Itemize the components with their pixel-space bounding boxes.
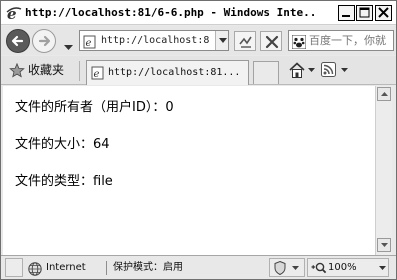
forward-button[interactable] [32,29,56,53]
status-bar: Internet 保护模式：启用 100% [1,255,396,279]
browser-window: e http://localhost:81/6-6.php - Windows … [0,0,397,280]
back-arrow-icon [11,35,24,47]
page-icon: e [91,65,105,84]
baidu-paw-icon [291,34,307,53]
security-shield-icon [274,260,299,276]
window-title: http://localhost:81/6-6.php - Windows In… [25,6,315,19]
divider [106,261,107,275]
chevron-down-icon [381,243,388,247]
navigation-bar: e http://localhost:8 [1,26,396,55]
security-status-button[interactable] [269,258,305,277]
address-bar[interactable]: e http://localhost:8 [79,30,229,51]
scroll-down-button[interactable] [377,238,391,252]
scroll-up-button[interactable] [377,87,391,101]
divider [79,61,80,81]
tab-current-page[interactable]: e http://localhost:81... [86,60,249,85]
stop-button[interactable] [260,31,282,51]
recent-pages-dropdown-icon[interactable] [64,36,73,55]
new-tab-button[interactable] [253,61,279,84]
back-button[interactable] [6,29,30,53]
vertical-scrollbar[interactable] [375,86,392,255]
globe-icon [28,261,42,280]
compatibility-view-icon [239,36,252,48]
address-dropdown-button[interactable] [215,31,228,50]
rss-feed-icon [321,62,336,77]
maximize-button[interactable] [356,5,373,21]
protected-mode-status[interactable]: 保护模式：启用 [113,262,183,274]
file-owner-line: 文件的所有者（用户ID）：0 [15,100,174,115]
favorites-tab-bar: 收藏夹 e http://localhost:81... [1,56,396,85]
file-size-line: 文件的大小：64 [15,137,110,152]
svg-text:e: e [86,38,92,49]
page-icon: e [83,34,97,53]
file-type-line: 文件的类型：file [15,174,113,189]
svg-text:e: e [94,69,100,80]
chevron-up-icon [381,92,388,96]
favorites-star-icon[interactable] [9,62,25,82]
favorites-label[interactable]: 收藏夹 [28,63,64,78]
security-zone-label[interactable]: Internet [46,262,86,274]
chevron-down-icon [219,38,227,43]
stop-icon [265,35,279,49]
zoom-level[interactable]: 100% [328,262,357,274]
minimize-button[interactable] [338,5,355,21]
status-progress-pane [5,258,23,277]
forward-arrow-icon [38,35,51,47]
page-content: 文件的所有者（用户ID）：0 文件的大小：64 文件的类型：file [3,86,375,255]
search-input[interactable] [309,33,393,48]
close-button[interactable] [375,5,392,21]
chevron-down-icon [379,266,386,270]
zoom-magnifier-icon [311,262,327,274]
title-bar: e http://localhost:81/6-6.php - Windows … [1,1,396,25]
ie-logo-icon: e [6,5,22,23]
search-box[interactable] [288,30,394,51]
tab-title: http://localhost:81... [108,67,241,78]
home-icon [289,62,305,78]
compatibility-view-button[interactable] [234,31,256,51]
address-text[interactable]: http://localhost:8 [101,34,209,48]
